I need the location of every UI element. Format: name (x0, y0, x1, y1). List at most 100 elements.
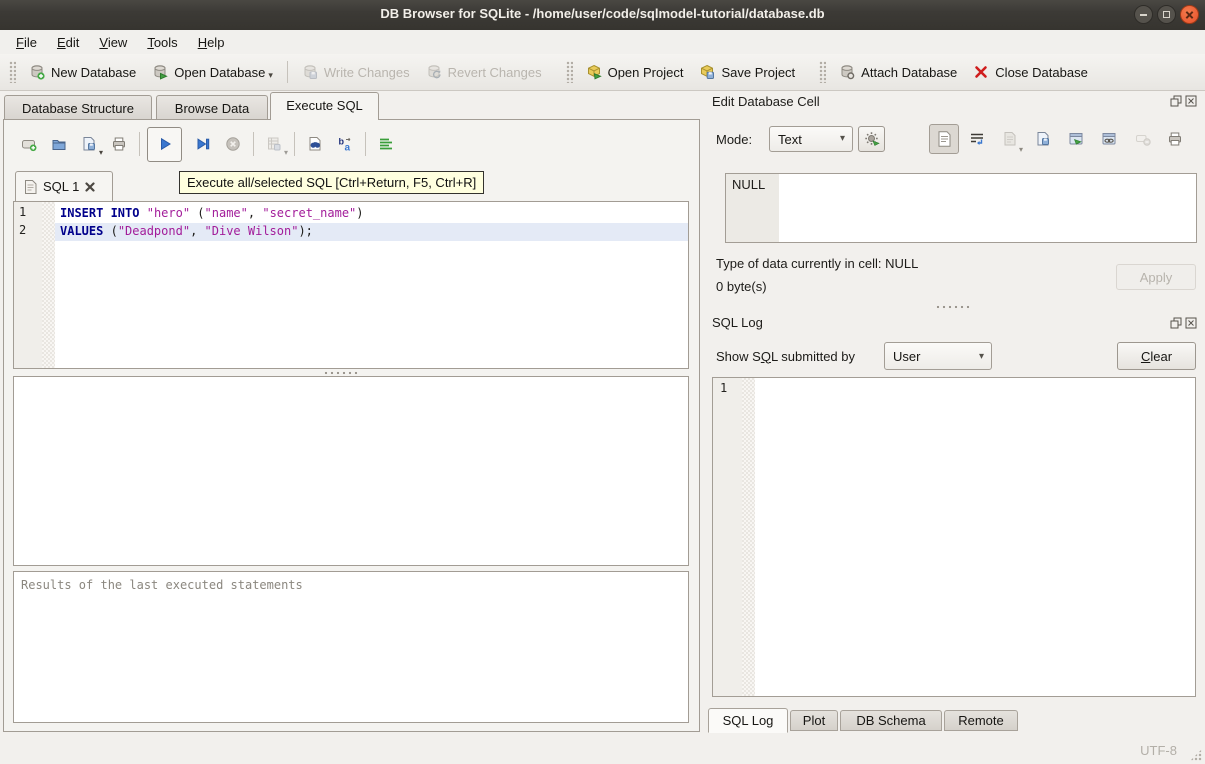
text-mode-button[interactable] (929, 124, 959, 154)
save-results-dropdown-icon[interactable]: ▾ (284, 149, 288, 157)
format-sql-button[interactable] (373, 130, 399, 158)
open-sql-file-button[interactable] (46, 130, 72, 158)
dock-float-button[interactable] (1170, 95, 1182, 107)
revert-changes-label: Revert Changes (448, 65, 542, 80)
sql-editor[interactable]: 1 2 INSERT INTO "hero" ("name", "secret_… (13, 201, 689, 369)
clear-log-button[interactable]: Clear (1117, 342, 1196, 370)
document-icon (937, 131, 952, 147)
dock-close-button[interactable] (1185, 95, 1197, 107)
open-project-icon (586, 64, 602, 80)
write-changes-icon (302, 64, 318, 80)
toolbar-grip[interactable] (9, 61, 16, 83)
word-wrap-button[interactable] (962, 124, 992, 154)
attach-database-label: Attach Database (861, 65, 957, 80)
resize-grip[interactable] (1190, 749, 1202, 761)
dock-tab-sql-log[interactable]: SQL Log (708, 708, 788, 733)
open-project-button[interactable]: Open Project (578, 59, 692, 85)
tab-execute-sql[interactable]: Execute SQL (270, 92, 379, 120)
toolbar-grip[interactable] (566, 61, 573, 83)
encoding-indicator[interactable]: UTF-8 (1140, 743, 1177, 758)
mode-select[interactable]: Text ▾ (769, 126, 853, 152)
execute-line-button[interactable] (190, 130, 216, 158)
maximize-button[interactable] (1157, 5, 1176, 24)
execute-sql-panel: ▾ ▾ ba (3, 119, 700, 732)
dock-splitter-handle[interactable] (936, 305, 972, 310)
close-window-button[interactable] (1180, 5, 1199, 24)
stop-execution-button[interactable] (220, 130, 246, 158)
minimize-button[interactable] (1134, 5, 1153, 24)
open-external-button[interactable] (1061, 124, 1091, 154)
results-grid-pane[interactable] (13, 376, 689, 566)
import-icon (1002, 131, 1018, 147)
menu-tools[interactable]: Tools (137, 32, 187, 53)
revert-changes-icon (426, 64, 442, 80)
attach-database-button[interactable]: Attach Database (831, 59, 965, 85)
editor-code-area[interactable]: INSERT INTO "hero" ("name", "secret_name… (55, 202, 688, 368)
execute-all-button[interactable] (147, 127, 182, 162)
right-dock: Edit Database Cell Mode: Text ▾ ▾ (702, 91, 1205, 734)
code-line-current: VALUES ("Deadpond", "Dive Wilson"); (55, 223, 688, 241)
cell-editor[interactable]: NULL (725, 173, 1197, 243)
menubar: File Edit View Tools Help (0, 30, 1205, 54)
new-database-label: New Database (51, 65, 136, 80)
copy-link-button[interactable] (1094, 124, 1124, 154)
menu-help[interactable]: Help (188, 32, 235, 53)
replace-button[interactable]: ba (332, 130, 358, 158)
set-null-icon (1135, 131, 1151, 147)
write-changes-button[interactable]: Write Changes (294, 59, 418, 85)
save-project-button[interactable]: Save Project (691, 59, 803, 85)
dock-tab-remote[interactable]: Remote (944, 710, 1018, 731)
export-data-button[interactable] (1028, 124, 1058, 154)
results-message-pane[interactable]: Results of the last executed statements (13, 571, 689, 723)
tab-browse-data[interactable]: Browse Data (156, 95, 268, 120)
editor-fold-margin (42, 202, 55, 368)
revert-changes-button[interactable]: Revert Changes (418, 59, 550, 85)
save-dropdown-icon[interactable]: ▾ (99, 149, 103, 157)
apply-button[interactable]: Apply (1116, 264, 1196, 290)
dock-tab-plot[interactable]: Plot (790, 710, 838, 731)
tab-database-structure[interactable]: Database Structure (4, 95, 152, 120)
toolbar-grip[interactable] (819, 61, 826, 83)
dock-float-button[interactable] (1170, 317, 1182, 329)
mode-row: Mode: (716, 126, 752, 152)
open-database-button[interactable]: Open Database ▾ (144, 59, 281, 85)
print-cell-button[interactable] (1160, 124, 1190, 154)
sql-toolbar-separator (139, 132, 140, 156)
dock-close-button[interactable] (1185, 317, 1197, 329)
log-filter-label: Show SQL submitted by (716, 342, 855, 370)
menu-view[interactable]: View (89, 32, 137, 53)
new-database-button[interactable]: New Database (21, 59, 144, 85)
set-null-button[interactable] (1128, 124, 1158, 154)
menu-file[interactable]: File (6, 32, 47, 53)
log-filter-select[interactable]: User ▾ (884, 342, 992, 370)
link-icon (1101, 131, 1117, 147)
print-sql-button[interactable] (106, 130, 132, 158)
main-toolbar: New Database Open Database ▾ Write Chang… (0, 54, 1205, 91)
close-tab-icon[interactable] (85, 182, 95, 192)
execute-tooltip: Execute all/selected SQL [Ctrl+Return, F… (179, 171, 484, 194)
menu-edit[interactable]: Edit (47, 32, 89, 53)
import-dropdown-icon: ▾ (1019, 145, 1023, 154)
minimize-icon (1140, 14, 1147, 16)
line-number: 1 (19, 205, 26, 223)
save-sql-file-button[interactable]: ▾ (76, 130, 102, 158)
close-database-button[interactable]: Close Database (965, 59, 1096, 85)
save-results-button[interactable]: ▾ (261, 130, 287, 158)
cell-type-info: Type of data currently in cell: NULL (716, 256, 918, 271)
sql-toolbar-separator (365, 132, 366, 156)
statusbar: UTF-8 (0, 734, 1205, 764)
find-button[interactable] (302, 130, 328, 158)
sql-log-area[interactable]: 1 (712, 377, 1196, 697)
save-file-icon (81, 136, 97, 152)
save-results-icon (266, 136, 282, 152)
new-sql-tab-button[interactable] (16, 130, 42, 158)
import-data-button[interactable]: ▾ (995, 124, 1025, 154)
format-icon (378, 136, 394, 152)
open-database-dropdown-icon[interactable]: ▾ (268, 71, 273, 80)
sql-document-tab[interactable]: SQL 1 (15, 171, 113, 201)
open-database-icon (152, 64, 168, 80)
dock-tab-db-schema[interactable]: DB Schema (840, 710, 942, 731)
write-changes-label: Write Changes (324, 65, 410, 80)
execute-line-icon (195, 136, 211, 152)
auto-mode-button[interactable] (858, 126, 885, 152)
